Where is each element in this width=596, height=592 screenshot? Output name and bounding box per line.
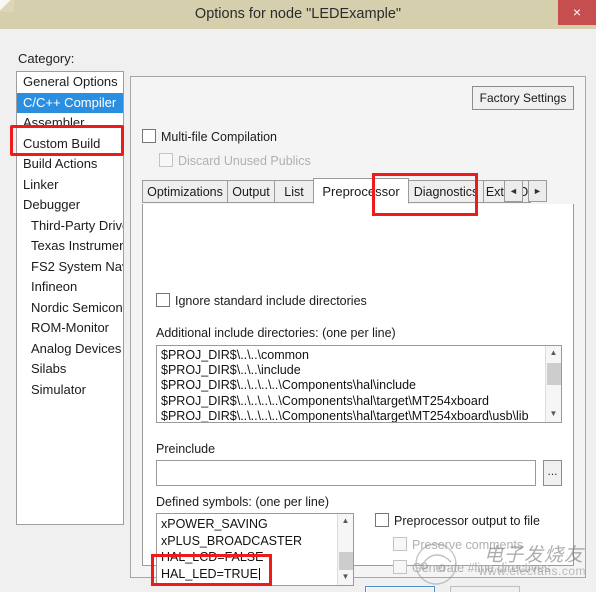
preinclude-label: Preinclude: [156, 442, 216, 456]
checkbox-box: [393, 560, 407, 574]
scrollbar-thumb[interactable]: [547, 363, 561, 385]
ignore-standard-include-label: Ignore standard include directories: [175, 294, 367, 308]
category-item[interactable]: Analog Devices: [17, 339, 123, 360]
close-icon[interactable]: ×: [558, 0, 596, 25]
text-caret: [258, 567, 260, 580]
scroll-up-icon[interactable]: ▲: [546, 346, 561, 361]
defined-symbols-scrollbar[interactable]: ▲ ▼: [337, 514, 353, 585]
include-directory-line: $PROJ_DIR$\..\..\..\..\Components\hal\ta…: [161, 393, 489, 408]
preprocessor-output-to-file-checkbox[interactable]: Preprocessor output to file: [375, 513, 540, 528]
include-directory-line: $PROJ_DIR$\..\..\..\..\Components\hal\ta…: [161, 408, 529, 423]
window-title: Options for node "LEDExample": [194, 6, 402, 22]
scroll-down-icon[interactable]: ▼: [338, 570, 353, 585]
generate-line-directives-checkbox: Generate #line directives: [393, 560, 550, 575]
preserve-comments-checkbox: Preserve comments: [393, 537, 523, 552]
scrollbar-thumb[interactable]: [339, 552, 353, 570]
defined-symbol-line: xPLUS_BROADCASTER: [161, 533, 303, 548]
multi-file-compilation-checkbox[interactable]: Multi-file Compilation: [142, 129, 277, 144]
category-item[interactable]: FS2 System Navigator: [17, 257, 123, 278]
checkbox-box: [159, 153, 173, 167]
checkbox-box: [156, 293, 170, 307]
defined-symbol-line: xPOWER_SAVING: [161, 517, 268, 531]
category-item[interactable]: Custom Build: [17, 134, 123, 155]
settings-panel: Factory Settings Multi-file Compilation …: [130, 76, 586, 586]
checkbox-box: [393, 537, 407, 551]
category-item[interactable]: Texas Instruments: [17, 236, 123, 257]
category-item[interactable]: General Options: [17, 72, 123, 93]
tab-scroll-right-icon[interactable]: ►: [528, 180, 547, 202]
defined-symbols-lines: xPOWER_SAVING xPLUS_BROADCASTER HAL_LCD=FA…: [161, 516, 302, 582]
preinclude-input[interactable]: [156, 460, 536, 486]
include-directory-line: $PROJ_DIR$\..\..\..\..\Components\hal\in…: [161, 378, 416, 393]
defined-symbol-line: HAL_LED=TRUE: [161, 566, 260, 581]
category-item[interactable]: C/C++ Compiler: [17, 92, 123, 113]
category-item[interactable]: Build Actions: [17, 154, 123, 175]
category-label: Category:: [18, 51, 75, 66]
defined-symbols-label: Defined symbols: (one per line): [156, 495, 329, 509]
category-item[interactable]: Assembler: [17, 113, 123, 134]
tab-scroll-left-icon[interactable]: ◄: [504, 180, 523, 202]
category-item[interactable]: ROM-Monitor: [17, 318, 123, 339]
tab-preprocessor[interactable]: Preprocessor: [313, 178, 409, 204]
tab-diagnostics[interactable]: Diagnostics: [408, 180, 484, 203]
scroll-up-icon[interactable]: ▲: [338, 514, 353, 529]
tab-strip: Optimizations Output List Preprocessor Diagn…: [142, 178, 574, 205]
defined-symbols-input[interactable]: xPOWER_SAVING xPLUS_BROADCASTER HAL_LCD=FA…: [156, 513, 354, 586]
discard-unused-publics-checkbox: Discard Unused Publics: [159, 153, 311, 168]
scroll-down-icon[interactable]: ▼: [546, 407, 561, 422]
additional-include-label: Additional include directories: (one per…: [156, 326, 396, 340]
preprocessor-tab-page: Ignore standard include directories Addi…: [142, 204, 574, 586]
category-item[interactable]: Infineon: [17, 277, 123, 298]
category-list[interactable]: General Options C/C++ Compiler Assembler Cu…: [16, 71, 124, 525]
factory-settings-button[interactable]: Factory Settings: [472, 86, 574, 110]
discard-unused-publics-label: Discard Unused Publics: [178, 154, 311, 168]
tab-output[interactable]: Output: [227, 180, 275, 203]
include-scrollbar[interactable]: ▲ ▼: [545, 346, 561, 422]
include-directory-line: $PROJ_DIR$\..\..\include: [161, 363, 301, 378]
defined-symbol-line: HAL_LCD=FALSE: [161, 550, 264, 564]
category-item[interactable]: Debugger: [17, 195, 123, 216]
category-item[interactable]: Silabs: [17, 359, 123, 380]
preserve-comments-label: Preserve comments: [412, 538, 524, 552]
cancel-button[interactable]: Cancel: [450, 586, 520, 592]
category-item[interactable]: Nordic Semiconductor: [17, 298, 123, 319]
include-directories-lines: $PROJ_DIR$\..\..\common $PROJ_DIR$\..\..\…: [161, 348, 546, 423]
multi-file-compilation-label: Multi-file Compilation: [161, 130, 278, 144]
checkbox-box: [142, 129, 156, 143]
category-item[interactable]: Third-Party Driver: [17, 216, 123, 237]
preprocessor-output-to-file-label: Preprocessor output to file: [394, 514, 540, 528]
category-item[interactable]: Linker: [17, 175, 123, 196]
ignore-standard-include-checkbox[interactable]: Ignore standard include directories: [156, 293, 367, 308]
tab-list[interactable]: List: [274, 180, 314, 203]
tab-optimizations[interactable]: Optimizations: [142, 180, 228, 203]
title-bar: Options for node "LEDExample" ×: [0, 0, 596, 30]
category-item[interactable]: Simulator: [17, 380, 123, 401]
additional-include-directories-input[interactable]: $PROJ_DIR$\..\..\common $PROJ_DIR$\..\..\…: [156, 345, 562, 423]
options-dialog: Options for node "LEDExample" × Category…: [0, 0, 596, 592]
generate-line-directives-label: Generate #line directives: [412, 561, 551, 575]
include-directory-line: $PROJ_DIR$\..\..\common: [161, 348, 309, 362]
checkbox-box: [375, 513, 389, 527]
preinclude-browse-button[interactable]: ...: [543, 460, 562, 486]
ok-button[interactable]: OK: [365, 586, 435, 592]
dialog-body: Category: General Options C/C++ Compiler A…: [0, 29, 596, 592]
